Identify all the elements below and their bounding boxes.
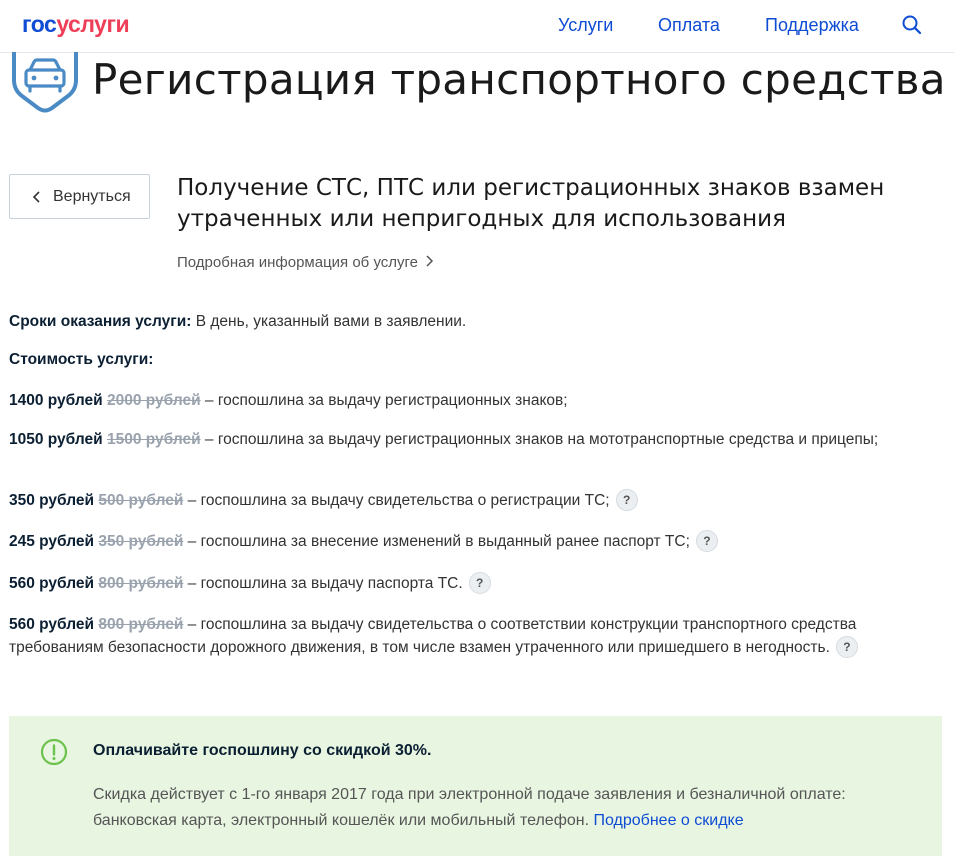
nav-payment[interactable]: Оплата	[658, 15, 720, 36]
fee-old-price: 500 рублей	[98, 492, 184, 509]
more-info-label: Подробная информация об услуге	[177, 254, 419, 271]
discount-text: Скидка действует с 1-го января 2017 года…	[93, 782, 913, 834]
chevron-left-icon	[31, 189, 43, 205]
logo-part-gos: гос	[22, 11, 57, 37]
terms-value: В день, указанный вами в заявлении.	[191, 313, 467, 330]
fee-item: 560 рублей 800 рублей – госпошлина за вы…	[9, 613, 939, 659]
fee-old-price: 800 рублей	[98, 616, 184, 633]
fee-item: 1050 рублей 1500 рублей – госпошлина за …	[9, 428, 939, 451]
fee-price: 245 рублей	[9, 533, 95, 550]
exclamation-circle-icon	[40, 738, 68, 766]
service-terms: Сроки оказания услуги: В день, указанный…	[9, 313, 466, 331]
cost-label: Стоимость услуги:	[9, 351, 154, 368]
help-icon[interactable]: ?	[695, 530, 718, 552]
discount-notice: Оплачивайте госпошлину со скидкой 30%. С…	[9, 716, 942, 856]
back-button-label: Вернуться	[53, 188, 131, 205]
fee-description: – госпошлина за выдачу свидетельства о р…	[183, 492, 610, 509]
fee-description: – госпошлина за выдачу паспорта ТС.	[183, 575, 463, 592]
logo-part-uslugi: услуги	[56, 11, 130, 37]
help-icon[interactable]: ?	[468, 572, 491, 594]
terms-label: Сроки оказания услуги:	[9, 313, 192, 330]
chevron-right-icon	[424, 254, 434, 268]
help-icon[interactable]: ?	[835, 636, 858, 658]
fee-item: 1400 рублей 2000 рублей – госпошлина за …	[9, 389, 939, 412]
search-icon[interactable]	[901, 14, 923, 36]
fee-item: 350 рублей 500 рублей – госпошлина за вы…	[9, 489, 939, 512]
fee-old-price: 800 рублей	[98, 575, 184, 592]
service-title: Получение СТС, ПТС или регистрационных з…	[177, 175, 885, 232]
nav-services[interactable]: Услуги	[558, 15, 613, 36]
more-info-link[interactable]: Подробная информация об услуге	[177, 254, 434, 271]
fee-description: – госпошлина за выдачу регистрационных з…	[200, 392, 568, 409]
site-header: госуслуги Услуги Оплата Поддержка	[0, 0, 954, 53]
nav-support[interactable]: Поддержка	[765, 15, 859, 36]
fee-old-price: 2000 рублей	[106, 392, 201, 409]
discount-details-link[interactable]: Подробнее о скидке	[593, 812, 743, 829]
fee-price: 1050 рублей	[9, 431, 103, 448]
fee-price: 560 рублей	[9, 575, 95, 592]
back-button[interactable]: Вернуться	[9, 174, 150, 219]
gosuslugi-logo[interactable]: госуслуги	[22, 11, 130, 38]
fee-item: 245 рублей 350 рублей – госпошлина за вн…	[9, 530, 939, 553]
fee-price: 1400 рублей	[9, 392, 103, 409]
page-title: Регистрация транспортного средства	[92, 55, 946, 104]
fee-description: – госпошлина за выдачу регистрационных з…	[200, 431, 879, 448]
fee-old-price: 350 рублей	[98, 533, 184, 550]
discount-title: Оплачивайте госпошлину со скидкой 30%.	[93, 742, 432, 759]
fee-item: 560 рублей 800 рублей – госпошлина за вы…	[9, 572, 939, 595]
help-icon[interactable]: ?	[615, 489, 638, 511]
car-icon	[8, 50, 82, 114]
fee-old-price: 1500 рублей	[106, 431, 201, 448]
fee-price: 350 рублей	[9, 492, 95, 509]
fee-price: 560 рублей	[9, 616, 95, 633]
fee-description: – госпошлина за внесение изменений в выд…	[183, 533, 690, 550]
